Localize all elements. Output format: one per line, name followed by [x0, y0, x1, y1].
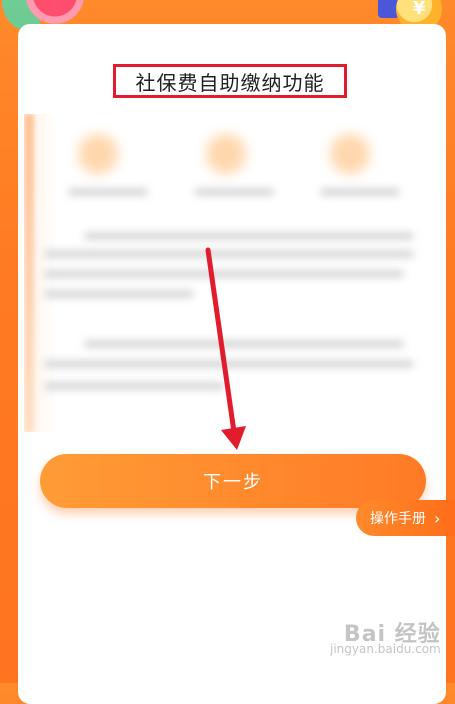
blurred-line: [320, 188, 400, 196]
blurred-line: [84, 340, 404, 348]
blurred-line: [194, 188, 274, 196]
blurred-line: [44, 270, 404, 278]
manual-button[interactable]: 操作手册 ›: [356, 500, 455, 536]
blurred-line: [44, 290, 194, 298]
blurred-line: [84, 232, 414, 240]
watermark: Bai 经验 jingyan.baidu.com: [330, 622, 441, 657]
blurred-line: [44, 360, 414, 368]
watermark-brand: Bai 经验: [343, 622, 441, 647]
manual-button-label: 操作手册: [370, 511, 426, 527]
blurred-step-icon: [78, 134, 118, 174]
blurred-step-icon: [330, 134, 370, 174]
blurred-line: [44, 250, 414, 258]
chevron-right-icon: ›: [434, 508, 441, 528]
watermark-url: jingyan.baidu.com: [330, 642, 441, 656]
blurred-step-icon: [206, 134, 246, 174]
blurred-line: [68, 188, 148, 196]
blurred-line: [44, 382, 224, 390]
page-title-highlight: 社保费自助缴纳功能: [113, 64, 347, 98]
page-title: 社保费自助缴纳功能: [135, 70, 325, 95]
blurred-edge: [24, 114, 34, 432]
blurred-content: [24, 114, 428, 432]
